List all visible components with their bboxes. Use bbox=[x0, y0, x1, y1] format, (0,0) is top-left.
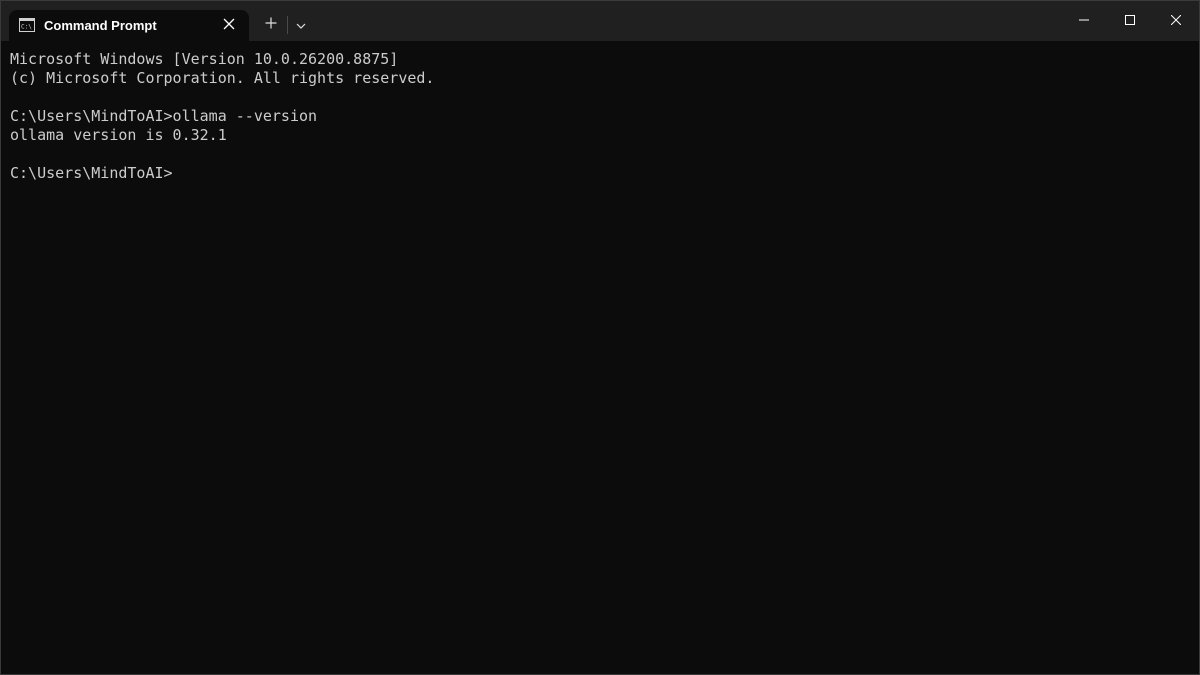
terminal-line: (c) Microsoft Corporation. All rights re… bbox=[10, 69, 435, 87]
minimize-icon bbox=[1079, 12, 1089, 30]
tab-command-prompt[interactable]: C:\ Command Prompt bbox=[9, 10, 249, 42]
title-bar[interactable]: C:\ Command Prompt bbox=[1, 1, 1199, 42]
close-window-button[interactable] bbox=[1153, 1, 1199, 41]
tab-title: Command Prompt bbox=[44, 18, 157, 33]
terminal-line: Microsoft Windows [Version 10.0.26200.88… bbox=[10, 50, 399, 68]
tab-dropdown-button[interactable] bbox=[289, 11, 313, 39]
tab-close-button[interactable] bbox=[217, 14, 241, 38]
maximize-button[interactable] bbox=[1107, 1, 1153, 41]
terminal-output[interactable]: Microsoft Windows [Version 10.0.26200.88… bbox=[1, 41, 1199, 674]
terminal-line: C:\Users\MindToAI>ollama --version bbox=[10, 107, 318, 125]
terminal-prompt-line[interactable]: C:\Users\MindToAI> bbox=[10, 164, 434, 183]
terminal-lines: Microsoft Windows [Version 10.0.26200.88… bbox=[10, 50, 434, 183]
close-icon bbox=[223, 17, 235, 35]
plus-icon bbox=[265, 16, 277, 34]
minimize-button[interactable] bbox=[1061, 1, 1107, 41]
terminal-line: ollama version is 0.32.1 bbox=[10, 126, 227, 144]
svg-text:C:\: C:\ bbox=[21, 24, 32, 31]
chevron-down-icon bbox=[296, 16, 306, 34]
new-tab-button[interactable] bbox=[257, 11, 285, 39]
maximize-icon bbox=[1125, 12, 1135, 30]
close-icon bbox=[1170, 12, 1182, 30]
terminal-window: C:\ Command Prompt Microsoft Windows [Ve… bbox=[0, 0, 1200, 675]
command-prompt-icon: C:\ bbox=[19, 18, 35, 32]
tab-separator bbox=[287, 16, 288, 34]
